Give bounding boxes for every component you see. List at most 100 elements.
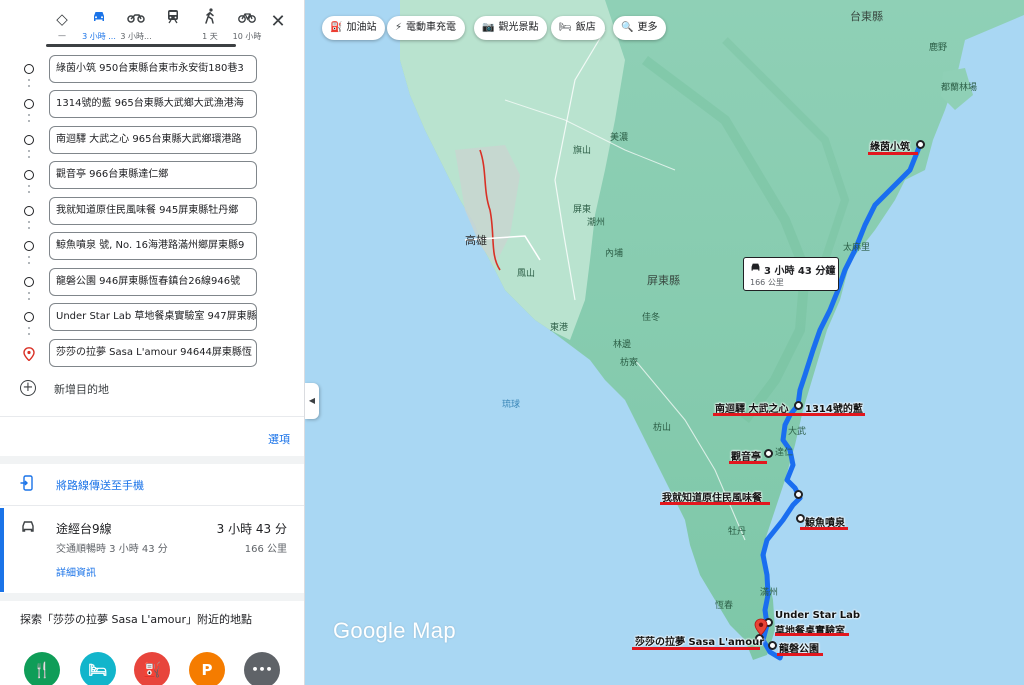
map-label: 滿州 (760, 588, 779, 598)
search-icon: 🔍 (621, 22, 634, 33)
destination-pin-icon (23, 347, 35, 361)
map-label: 高雄 (465, 234, 487, 247)
waypoint-input[interactable]: 觀音亭 966台東縣達仁鄉 (49, 161, 257, 189)
ev-charging-icon: ⚡ (395, 22, 403, 33)
highlight-underline (729, 461, 767, 464)
mode-drive[interactable]: 3 小時 ... (81, 8, 117, 46)
collapse-panel-button[interactable]: ◀ (305, 383, 319, 419)
send-to-phone-button[interactable]: 將路線傳送至手機 (0, 470, 304, 500)
map-canvas[interactable]: ⛽ 加油站 ⚡ 電動車充電 📷 觀光景點 🛏 飯店 🔍 更多 ◀ 台東縣 鹿野 都蘭林場 … (305, 0, 1024, 685)
selected-route-indicator (0, 508, 4, 592)
waypoint-circle-icon (24, 64, 34, 74)
map-label: 鳳山 (517, 269, 536, 279)
waypoint-marker[interactable] (916, 140, 925, 149)
car-icon (81, 8, 117, 30)
map-label: 牡丹 (728, 527, 747, 537)
waypoint-circle-icon (24, 312, 34, 322)
waypoint-marker[interactable] (794, 401, 803, 410)
chip-gas-station[interactable]: ⛽ 加油站 (322, 16, 386, 40)
motorcycle-icon (118, 8, 154, 30)
mode-label: 3 小時 ... (82, 32, 116, 41)
chip-hotels[interactable]: 🛏 飯店 (551, 16, 605, 40)
restaurant-icon[interactable]: 🍴 (24, 652, 60, 685)
stop-label: Under Star Lab (775, 610, 861, 621)
divider (0, 416, 304, 417)
mode-label: 1 天 (202, 32, 218, 41)
waypoint-marker[interactable] (796, 514, 805, 523)
mode-bicycle[interactable]: 10 小時 (229, 8, 265, 46)
waypoint-input[interactable]: 我就知道原住民風味餐 945屏東縣牡丹鄉 (49, 197, 257, 225)
explore-nearby-title: 探索「莎莎の拉夢 Sasa L'amour」附近的地點 (20, 613, 253, 626)
stop-label: 莎莎の拉夢 Sasa L'amour (635, 637, 765, 648)
route-line (760, 142, 923, 661)
mode-label: — (58, 31, 66, 40)
waypoint-connector (28, 79, 30, 91)
map-label: 都蘭林場 (941, 83, 978, 93)
mode-best-route[interactable]: ◇ — (44, 8, 80, 46)
waypoint-connector (28, 150, 30, 162)
car-icon (20, 520, 36, 538)
map-label: 屏東縣 (647, 274, 680, 287)
route-via: 途經台9線 (56, 522, 112, 536)
gas-station-icon: ⛽ (330, 22, 343, 33)
close-icon[interactable]: ✕ (266, 10, 290, 34)
map-label: 枋寮 (620, 358, 639, 368)
gas-station-icon[interactable]: ⛽ (134, 652, 170, 685)
waypoint-connector (28, 221, 30, 233)
mode-motorcycle[interactable]: 3 小時... (118, 8, 154, 46)
waypoint-circle-icon (24, 241, 34, 251)
chip-attractions[interactable]: 📷 觀光景點 (474, 16, 548, 40)
train-icon (155, 8, 191, 30)
watermark-text: Google Map (333, 618, 456, 643)
waypoint-connector (28, 114, 30, 126)
waypoint-input[interactable]: 龍磐公園 946屏東縣恆春鎮台26線946號 (49, 268, 257, 296)
waypoint-marker[interactable] (794, 490, 803, 499)
send-to-phone-icon (20, 475, 34, 495)
route-details-link[interactable]: 詳細資訊 (56, 564, 96, 579)
chip-more[interactable]: 🔍 更多 (613, 16, 667, 40)
more-icon[interactable]: ••• (244, 652, 280, 685)
options-link[interactable]: 選項 (268, 431, 290, 447)
waypoint-connector (28, 292, 30, 304)
bicycle-icon (229, 8, 265, 30)
divider (0, 505, 304, 506)
add-destination-button[interactable]: + 新增目的地 (20, 378, 220, 400)
add-destination-label: 新增目的地 (54, 383, 109, 396)
map-label: 恆春 (715, 601, 734, 611)
mode-transit[interactable] (155, 8, 191, 46)
directions-panel: ◇ — 3 小時 ... 3 小時... 1 天 10 小時 ✕ 綠茵小筑 95… (0, 0, 305, 685)
map-label: 太麻里 (843, 243, 871, 253)
waypoint-input[interactable]: Under Star Lab 草地餐桌實驗室 947屏東縣 (49, 303, 257, 331)
highlight-underline (800, 527, 848, 530)
parking-icon[interactable]: P (189, 652, 225, 685)
mode-selection-indicator (46, 44, 236, 47)
waypoint-input[interactable]: 南迴驛 大武之心 965台東縣大武鄉環港路 (49, 126, 257, 154)
route-option-card[interactable]: 途經台9線 3 小時 43 分 交通順暢時 3 小時 43 分 166 公里 詳… (0, 508, 304, 592)
mode-label: 3 小時... (120, 32, 152, 41)
chip-ev-charging[interactable]: ⚡ 電動車充電 (387, 16, 466, 40)
destination-input[interactable]: 莎莎の拉夢 Sasa L'amour 94644屏東縣恆 (49, 339, 257, 367)
route-info-callout[interactable]: 3 小時 43 分鐘 166 公里 (743, 257, 839, 291)
map-label: 佳冬 (642, 313, 661, 323)
highlight-underline (777, 653, 823, 656)
waypoint-connector (28, 327, 30, 339)
mode-walk[interactable]: 1 天 (192, 8, 228, 46)
waypoint-circle-icon (24, 170, 34, 180)
waypoint-input[interactable]: 鯨魚噴泉 號, No. 16海港路滿州鄉屏東縣9 (49, 232, 257, 260)
route-duration: 3 小時 43 分 (216, 522, 287, 536)
waypoint-marker[interactable] (764, 449, 773, 458)
waypoint-input[interactable]: 1314號的藍 965台東縣大武鄉大武漁港海 (49, 90, 257, 118)
route-callout-distance: 166 公里 (750, 278, 784, 287)
highlight-underline (632, 647, 760, 650)
send-to-phone-label: 將路線傳送至手機 (56, 479, 144, 492)
walk-icon (192, 8, 228, 30)
map-label: 美濃 (610, 133, 629, 143)
map-label: 屏東 (573, 205, 592, 215)
waypoint-input[interactable]: 綠茵小筑 950台東縣台東市永安街180巷3 (49, 55, 257, 83)
hotel-icon[interactable]: 🛏 (80, 652, 116, 685)
waypoint-marker[interactable] (768, 641, 777, 650)
hotel-icon: 🛏 (559, 22, 572, 33)
waypoint-circle-icon (24, 135, 34, 145)
map-label: 潮州 (587, 218, 606, 228)
waypoint-circle-icon (24, 206, 34, 216)
